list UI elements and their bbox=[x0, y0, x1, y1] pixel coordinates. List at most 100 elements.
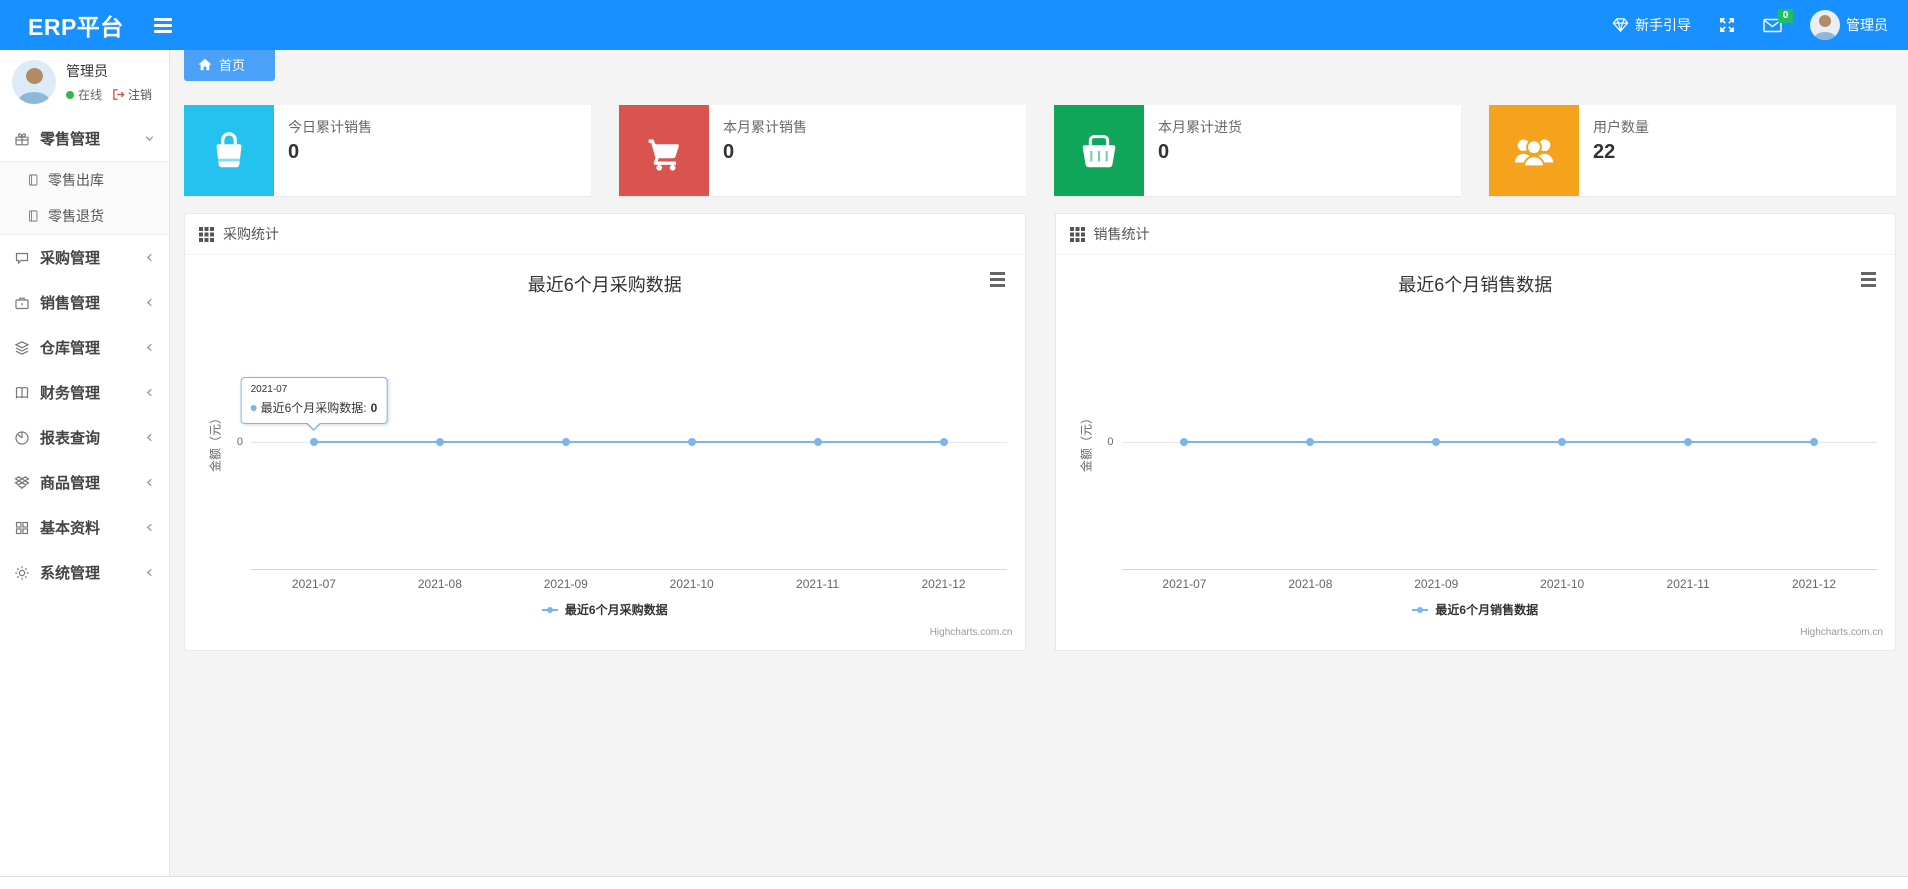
sidebar-item-warehouse[interactable]: 仓库管理 bbox=[0, 325, 169, 370]
y-axis-tick-label: 0 bbox=[236, 436, 243, 448]
chart-title: 最近6个月采购数据 bbox=[527, 275, 682, 295]
chart-context-menu-button[interactable] bbox=[985, 267, 1011, 291]
menu-bar bbox=[1860, 271, 1876, 275]
sidebar-item-goods[interactable]: 商品管理 bbox=[0, 460, 169, 505]
x-axis-tick-label: 2021-07 bbox=[291, 577, 336, 591]
logout-button[interactable]: 注销 bbox=[112, 86, 152, 103]
data-point[interactable] bbox=[1306, 438, 1315, 446]
document-icon bbox=[28, 174, 38, 186]
plot-area: 2021-07 2021-08 2021-09 2021-10 2021-11 2021-… bbox=[240, 295, 1007, 591]
stat-card-month-purchase: 本月累计进货 0 bbox=[1054, 105, 1461, 196]
chevron-left-icon bbox=[144, 522, 155, 533]
chart-legend-item[interactable]: 最近6个月销售数据 bbox=[1056, 601, 1896, 618]
series-line bbox=[1184, 441, 1815, 443]
user-name: 管理员 bbox=[1846, 17, 1888, 33]
chevron-left-icon bbox=[144, 252, 155, 263]
sidebar-item-purchase[interactable]: 采购管理 bbox=[0, 235, 169, 280]
data-point[interactable] bbox=[813, 438, 822, 446]
sidebar-item-system[interactable]: 系统管理 bbox=[0, 550, 169, 595]
sidebar-user-panel: 管理员 在线 注销 bbox=[0, 50, 169, 116]
sidebar: 管理员 在线 注销 零售管理 零售出库 零售退货 采购管理 销售管理 仓库管理 … bbox=[0, 50, 170, 876]
stat-card-value: 0 bbox=[1158, 141, 1170, 163]
home-icon bbox=[198, 58, 212, 71]
user-avatar-small bbox=[1810, 10, 1840, 40]
book-icon bbox=[15, 386, 29, 399]
purchase-stats-panel: 采购统计 最近6个月采购数据 金额（元） 0 2021-07 2021-08 2021-0… bbox=[184, 213, 1026, 651]
chevron-left-icon bbox=[144, 342, 155, 353]
guide-label: 新手引导 bbox=[1635, 17, 1691, 33]
main-content: 首页 今日累计销售 0 本月累计销售 0 本月累计进货 0 用户数量 22 采购… bbox=[171, 50, 1908, 876]
tab-home[interactable]: 首页 bbox=[184, 50, 276, 81]
data-point[interactable] bbox=[561, 438, 570, 446]
gear-icon bbox=[15, 565, 29, 580]
chevron-left-icon bbox=[144, 297, 155, 308]
sidebar-toggle-button[interactable] bbox=[150, 14, 176, 37]
layers-icon bbox=[14, 340, 30, 355]
fullscreen-button[interactable] bbox=[1719, 17, 1735, 33]
message-count-badge: 0 bbox=[1778, 8, 1793, 23]
panel-title: 采购统计 bbox=[223, 226, 279, 242]
legend-marker-icon bbox=[541, 606, 558, 614]
shopping-cart-icon bbox=[648, 139, 679, 171]
sidebar-item-finance[interactable]: 财务管理 bbox=[0, 370, 169, 415]
data-point[interactable] bbox=[1432, 438, 1441, 446]
fullscreen-icon bbox=[1719, 17, 1735, 33]
legend-label: 最近6个月销售数据 bbox=[1435, 603, 1539, 617]
online-status-dot bbox=[66, 90, 74, 99]
menu-bar bbox=[990, 283, 1005, 287]
x-axis-tick-label: 2021-11 bbox=[796, 577, 840, 591]
stat-card-title: 用户数量 bbox=[1593, 119, 1649, 135]
th-grid-icon bbox=[199, 226, 214, 242]
sales-stats-panel: 销售统计 最近6个月销售数据 金额（元） 0 2021-07 2021-08 2021-0… bbox=[1054, 213, 1896, 651]
tooltip-series-dot bbox=[250, 404, 257, 411]
data-point[interactable] bbox=[1810, 438, 1819, 446]
grid-icon bbox=[15, 521, 29, 534]
data-point[interactable] bbox=[1558, 438, 1567, 446]
pie-chart-icon bbox=[15, 430, 29, 445]
tab-home-label: 首页 bbox=[219, 58, 246, 73]
chart-context-menu-button[interactable] bbox=[1855, 267, 1881, 291]
chevron-left-icon bbox=[144, 432, 155, 443]
user-menu[interactable]: 管理员 bbox=[1810, 10, 1888, 40]
chevron-down-icon bbox=[144, 133, 155, 144]
sidebar-item-retail-outbound[interactable]: 零售出库 bbox=[0, 162, 169, 198]
x-axis-tick-label: 2021-10 bbox=[669, 577, 714, 591]
sidebar-item-sales[interactable]: 销售管理 bbox=[0, 280, 169, 325]
stat-card-title: 本月累计进货 bbox=[1158, 119, 1242, 135]
menu-bar bbox=[990, 271, 1005, 275]
sales-chart: 最近6个月销售数据 金额（元） 0 2021-07 2021-08 2021-09 2021… bbox=[1056, 255, 1896, 649]
sidebar-item-retail[interactable]: 零售管理 bbox=[0, 116, 169, 161]
chart-legend-item[interactable]: 最近6个月采购数据 bbox=[185, 601, 1025, 618]
x-axis-tick-label: 2021-11 bbox=[1666, 577, 1710, 591]
x-axis-tick-label: 2021-08 bbox=[417, 577, 462, 591]
series-line bbox=[313, 441, 944, 443]
plot-area: 2021-07 2021-08 2021-09 2021-10 2021-11 2021-… bbox=[1121, 295, 1877, 591]
tooltip-value: 0 bbox=[370, 400, 378, 415]
tab-bar: 首页 bbox=[171, 50, 1908, 87]
stat-card-value: 0 bbox=[723, 141, 735, 163]
stat-card-title: 今日累计销售 bbox=[288, 119, 372, 135]
sidebar-item-reports[interactable]: 报表查询 bbox=[0, 415, 169, 460]
stat-card-value: 22 bbox=[1593, 141, 1616, 163]
sidebar-item-basic-data[interactable]: 基本资料 bbox=[0, 505, 169, 550]
x-axis-tick-label: 2021-12 bbox=[1792, 577, 1837, 591]
highcharts-credits-link[interactable]: Highcharts.com.cn bbox=[930, 627, 1013, 638]
topbar-right: 新手引导 0 管理员 bbox=[1612, 8, 1888, 40]
data-point[interactable] bbox=[939, 438, 948, 446]
data-point[interactable] bbox=[435, 438, 444, 446]
data-point[interactable] bbox=[1180, 438, 1189, 446]
data-point[interactable] bbox=[687, 438, 696, 446]
legend-marker-icon bbox=[1412, 606, 1429, 614]
gem-icon bbox=[1612, 17, 1629, 33]
guide-button[interactable]: 新手引导 bbox=[1612, 15, 1691, 35]
data-point[interactable] bbox=[1684, 438, 1693, 446]
x-axis-tick-label: 2021-09 bbox=[543, 577, 588, 591]
x-axis-tick-label: 2021-12 bbox=[921, 577, 966, 591]
messages-button[interactable]: 0 bbox=[1763, 8, 1793, 33]
sidebar-item-retail-return[interactable]: 零售退货 bbox=[0, 198, 169, 234]
data-point[interactable] bbox=[309, 438, 318, 446]
x-axis-tick-label: 2021-08 bbox=[1288, 577, 1333, 591]
document-icon bbox=[28, 210, 38, 222]
shopping-bag-icon bbox=[216, 131, 242, 167]
highcharts-credits-link[interactable]: Highcharts.com.cn bbox=[1800, 627, 1883, 638]
